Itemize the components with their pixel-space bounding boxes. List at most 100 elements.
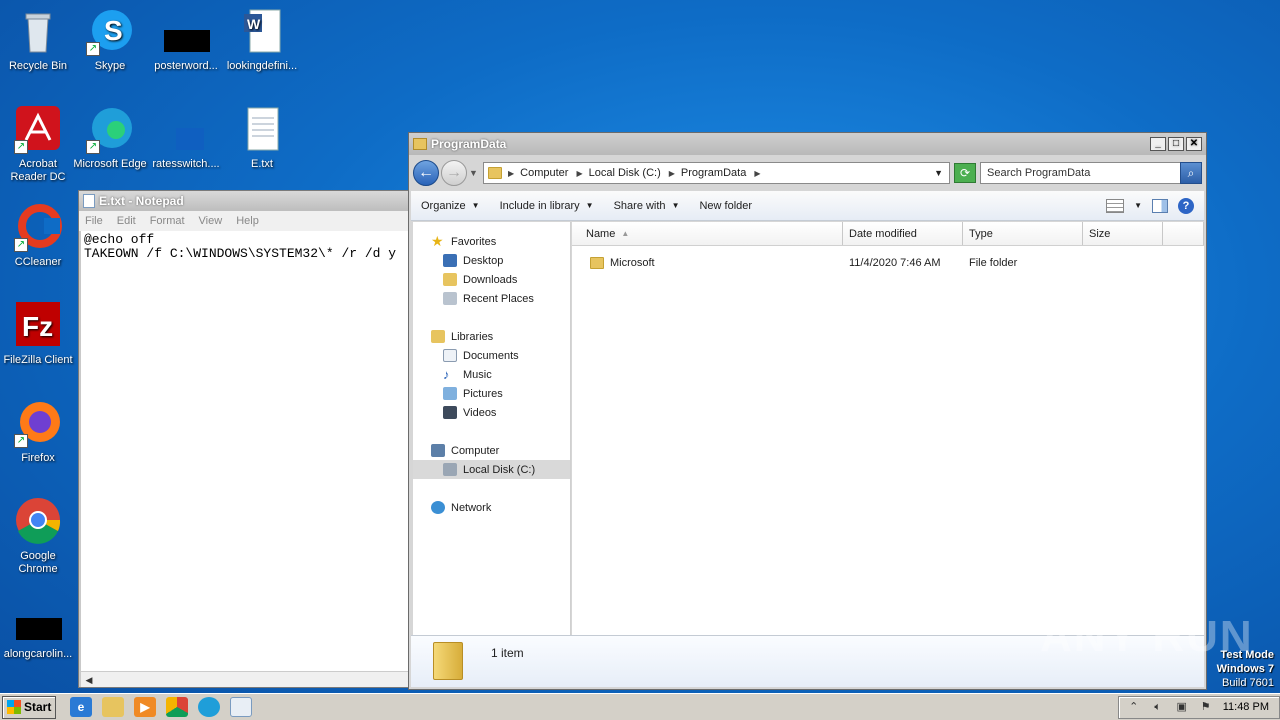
column-date-modified[interactable]: Date modified: [843, 222, 963, 245]
menu-file[interactable]: File: [85, 215, 103, 227]
desktop-icon-alongcarolin[interactable]: alongcarolin...: [0, 596, 76, 661]
folder-icon: [590, 257, 604, 269]
show-hidden-icons-icon[interactable]: ⌃: [1127, 700, 1141, 714]
column-type[interactable]: Type: [963, 222, 1083, 245]
drive-icon: [443, 463, 457, 476]
navigation-pane: ★ Favorites Desktop Downloads Recent Pla…: [413, 222, 571, 635]
desktop-icon-posterword[interactable]: posterword...: [148, 8, 224, 73]
desktop-icon-edge[interactable]: ↗ Microsoft Edge: [72, 106, 148, 171]
edge-taskbar-icon[interactable]: [198, 697, 220, 717]
new-folder-button[interactable]: New folder: [689, 200, 762, 212]
change-view-icon[interactable]: [1106, 198, 1125, 213]
nav-documents[interactable]: Documents: [413, 346, 570, 365]
nav-music-label: Music: [463, 368, 492, 381]
organize-button[interactable]: Organize ▼: [411, 200, 490, 212]
column-size[interactable]: Size: [1083, 222, 1163, 245]
scroll-left-icon[interactable]: ◀: [83, 674, 95, 686]
notepad-horizontal-scrollbar[interactable]: ◀: [81, 671, 417, 687]
refresh-button[interactable]: ⟳: [954, 163, 976, 183]
view-controls: ▼ ?: [1106, 197, 1204, 214]
desktop-icon-ratesswitch[interactable]: ratesswitch....: [148, 106, 224, 171]
start-button[interactable]: Start: [2, 695, 56, 719]
notepad-window[interactable]: E.txt - Notepad File Edit Format View He…: [78, 190, 418, 688]
firefox-icon: ↗: [14, 400, 62, 448]
explorer-taskbar-icon[interactable]: [102, 697, 124, 717]
desktop-icon-chrome[interactable]: Google Chrome: [0, 498, 76, 576]
nav-local-disk-label: Local Disk (C:): [463, 463, 536, 476]
network-tray-icon[interactable]: ▣: [1175, 700, 1189, 714]
chevron-down-icon: ▼: [471, 201, 480, 210]
svg-text:W: W: [247, 16, 261, 32]
ccleaner-icon: ↗: [14, 204, 62, 252]
file-list-pane: Name ▲ Date modified Type Size Microsoft …: [572, 222, 1204, 635]
desktop-icon-recycle-bin[interactable]: Recycle Bin: [0, 8, 76, 73]
notepad-text-area[interactable]: @echo off TAKEOWN /f C:\WINDOWS\SYSTEM32…: [81, 231, 417, 671]
filezilla-icon: Fz: [14, 302, 62, 350]
notepad-titlebar[interactable]: E.txt - Notepad: [79, 191, 417, 211]
explorer-window[interactable]: ProgramData _ □ ✕ ← → ▼ ▶ Computer ▶ Loc…: [408, 132, 1207, 690]
nav-recent-places[interactable]: Recent Places: [413, 289, 570, 308]
chevron-right-icon[interactable]: ▶: [754, 169, 760, 178]
nav-computer[interactable]: Computer: [413, 441, 570, 460]
media-player-icon[interactable]: ▶: [134, 697, 156, 717]
menu-view[interactable]: View: [199, 215, 223, 227]
chevron-right-icon[interactable]: ▶: [576, 169, 582, 178]
include-in-library-button[interactable]: Include in library ▼: [490, 200, 604, 212]
desktop-icon-ccleaner[interactable]: ↗ CCleaner: [0, 204, 76, 269]
address-bar[interactable]: ▶ Computer ▶ Local Disk (C:) ▶ ProgramDa…: [483, 162, 950, 184]
desktop-icon-firefox[interactable]: ↗ Firefox: [0, 400, 76, 465]
nav-downloads[interactable]: Downloads: [413, 270, 570, 289]
desktop-icon-lookingdefini[interactable]: W lookingdefini...: [224, 8, 300, 73]
star-icon: ★: [431, 233, 444, 249]
recent-places-icon: [443, 292, 457, 305]
file-row[interactable]: Microsoft 11/4/2020 7:46 AM File folder: [572, 252, 1204, 274]
breadcrumb-computer[interactable]: Computer: [520, 167, 568, 179]
share-with-button[interactable]: Share with ▼: [604, 200, 690, 212]
menu-edit[interactable]: Edit: [117, 215, 136, 227]
recent-pages-dropdown-icon[interactable]: ▼: [469, 168, 479, 178]
nav-desktop[interactable]: Desktop: [413, 251, 570, 270]
nav-network[interactable]: Network: [413, 498, 570, 517]
ie-icon[interactable]: e: [70, 697, 92, 717]
menu-format[interactable]: Format: [150, 215, 185, 227]
close-button[interactable]: ✕: [1186, 137, 1202, 151]
forward-button[interactable]: →: [441, 160, 467, 186]
breadcrumb-programdata[interactable]: ProgramData: [681, 167, 746, 179]
preview-pane-icon[interactable]: [1152, 198, 1168, 213]
explorer-titlebar[interactable]: ProgramData _ □ ✕: [409, 133, 1206, 155]
desktop-icon-filezilla[interactable]: Fz FileZilla Client: [0, 302, 76, 367]
column-name[interactable]: Name ▲: [572, 222, 843, 245]
back-button[interactable]: ←: [413, 160, 439, 186]
nav-music[interactable]: ♪ Music: [413, 365, 570, 384]
desktop-icon-skype[interactable]: S ↗ Skype: [72, 8, 148, 73]
nav-computer-label: Computer: [451, 444, 500, 457]
folder-icon: [488, 167, 502, 179]
chrome-taskbar-icon[interactable]: [166, 697, 188, 717]
start-label: Start: [24, 700, 52, 714]
nav-pictures[interactable]: Pictures: [413, 384, 570, 403]
action-center-flag-icon[interactable]: ⚑: [1199, 700, 1213, 714]
nav-libraries[interactable]: Libraries: [413, 327, 570, 346]
breadcrumb-local-disk[interactable]: Local Disk (C:): [589, 167, 661, 179]
search-icon[interactable]: ⌕: [1180, 162, 1202, 184]
address-history-dropdown-icon[interactable]: ▼: [934, 168, 943, 178]
minimize-button[interactable]: _: [1150, 137, 1166, 151]
documents-icon: [443, 349, 457, 362]
chevron-down-icon[interactable]: ▼: [1134, 201, 1142, 210]
chevron-right-icon[interactable]: ▶: [669, 169, 675, 178]
command-bar: Organize ▼ Include in library ▼ Share with…: [411, 191, 1204, 221]
nav-videos[interactable]: Videos: [413, 403, 570, 422]
desktop-icon-etxt[interactable]: E.txt: [224, 106, 300, 171]
maximize-button[interactable]: □: [1168, 137, 1184, 151]
clock[interactable]: 11:48 PM: [1223, 701, 1269, 713]
chevron-right-icon[interactable]: ▶: [508, 169, 514, 178]
help-icon[interactable]: ?: [1178, 197, 1194, 214]
notepad-taskbar-icon[interactable]: [230, 697, 252, 717]
nav-favorites[interactable]: ★ Favorites: [413, 232, 570, 251]
notepad-title: E.txt - Notepad: [99, 194, 184, 208]
search-input[interactable]: Search ProgramData ⌕: [980, 162, 1202, 184]
volume-icon[interactable]: 🔈︎: [1151, 700, 1165, 714]
menu-help[interactable]: Help: [236, 215, 259, 227]
nav-local-disk[interactable]: Local Disk (C:): [413, 460, 570, 479]
desktop-icon-acrobat[interactable]: ↗ Acrobat Reader DC: [0, 106, 76, 184]
